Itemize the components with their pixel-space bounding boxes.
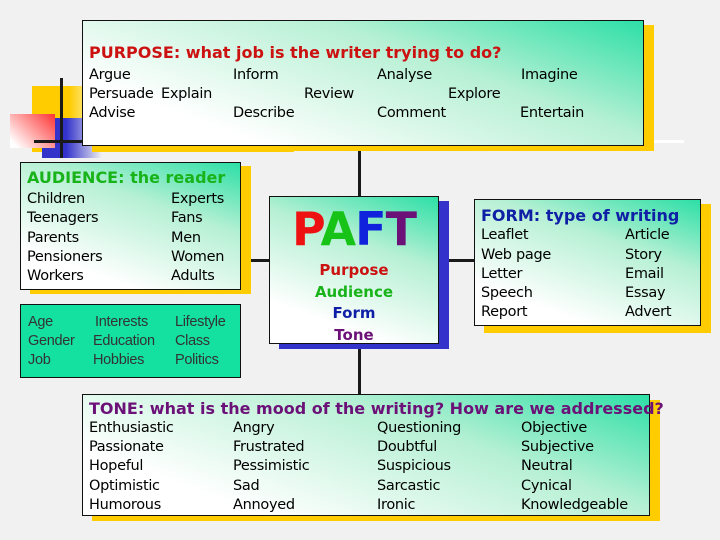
audience-word: Workers (27, 268, 84, 284)
paft-word-tone: Tone (334, 326, 374, 344)
audience-word: Parents (27, 230, 79, 246)
form-word: Article (625, 227, 670, 243)
audience-word: Women (171, 249, 225, 265)
form-box: FORM: type of writing Leaflet Web page L… (474, 199, 701, 326)
factor-word: Hobbies (93, 352, 145, 368)
purpose-word: Imagine (521, 67, 578, 83)
paft-acronym: PAFT (270, 201, 438, 257)
connector-bottom (358, 345, 361, 395)
audience-word: Pensioners (27, 249, 103, 265)
purpose-word: Comment (377, 105, 446, 121)
audience-title: AUDIENCE: the reader (27, 168, 226, 187)
form-word: Story (625, 247, 662, 263)
tone-word: Optimistic (89, 478, 160, 494)
paft-letter-a: A (320, 202, 357, 256)
form-word: Report (481, 304, 528, 320)
factor-word: Interests (95, 314, 148, 330)
purpose-word: Describe (233, 105, 295, 121)
tone-word: Knowledgeable (521, 497, 628, 513)
tone-word: Annoyed (233, 497, 295, 513)
tone-word: Passionate (89, 439, 164, 455)
purpose-underline-decor (654, 140, 684, 143)
audience-word: Adults (171, 268, 215, 284)
tone-word: Angry (233, 420, 275, 436)
connector-top (358, 150, 361, 200)
paft-word-purpose: Purpose (319, 261, 389, 279)
form-word: Web page (481, 247, 552, 263)
audience-factors-box: Age Gender Job Interests Education Hobbi… (20, 304, 241, 378)
paft-box: PAFT Purpose Audience Form Tone (269, 196, 439, 344)
factor-word: Class (175, 333, 210, 349)
tone-word: Enthusiastic (89, 420, 174, 436)
form-word: Leaflet (481, 227, 529, 243)
paft-letter-t: T (385, 202, 417, 256)
factor-word: Age (28, 314, 53, 330)
audience-word: Teenagers (27, 210, 99, 226)
tone-word: Hopeful (89, 458, 144, 474)
form-word: Email (625, 266, 664, 282)
tone-word: Neutral (521, 458, 573, 474)
tone-word: Doubtful (377, 439, 438, 455)
purpose-word: Advise (89, 105, 136, 121)
purpose-word: Inform (233, 67, 279, 83)
form-word: Essay (625, 285, 666, 301)
factor-word: Education (93, 333, 155, 349)
tone-box: TONE: what is the mood of the writing? H… (82, 394, 664, 516)
factor-word: Lifestyle (175, 314, 226, 330)
form-word: Letter (481, 266, 523, 282)
tone-word: Subjective (521, 439, 594, 455)
factor-word: Job (28, 352, 51, 368)
paft-letter-f: F (355, 202, 386, 256)
tone-word: Objective (521, 420, 588, 436)
form-word: Speech (481, 285, 533, 301)
purpose-title: PURPOSE: what job is the writer trying t… (89, 43, 502, 62)
tone-word: Cynical (521, 478, 572, 494)
decor-horizontal-line (34, 140, 84, 143)
paft-word-audience: Audience (314, 283, 394, 301)
purpose-word: Analyse (377, 67, 432, 83)
tone-word: Frustrated (233, 439, 305, 455)
tone-word: Sad (233, 478, 260, 494)
tone-word: Sarcastic (377, 478, 441, 494)
purpose-word: Persuade (89, 86, 154, 102)
form-title: FORM: type of writing (481, 206, 680, 225)
factor-word: Gender (28, 333, 75, 349)
audience-word: Experts (171, 191, 224, 207)
tone-title: TONE: what is the mood of the writing? H… (89, 399, 664, 418)
decor-vertical-line (60, 78, 63, 158)
purpose-box: PURPOSE: what job is the writer trying t… (82, 20, 644, 146)
purpose-word: Argue (89, 67, 131, 83)
audience-word: Fans (171, 210, 203, 226)
purpose-word: Explain (161, 86, 212, 102)
purpose-word: Explore (448, 86, 501, 102)
audience-box: AUDIENCE: the reader Children Teenagers … (20, 162, 241, 290)
tone-word: Suspicious (377, 458, 451, 474)
paft-letter-p: P (292, 202, 321, 256)
tone-word: Questioning (377, 420, 461, 436)
form-word: Advert (625, 304, 672, 320)
audience-word: Children (27, 191, 85, 207)
paft-word-form: Form (332, 304, 376, 322)
audience-word: Men (171, 230, 201, 246)
factor-word: Politics (175, 352, 219, 368)
tone-word: Ironic (377, 497, 416, 513)
tone-word: Humorous (89, 497, 161, 513)
purpose-word: Entertain (520, 105, 585, 121)
purpose-word: Review (304, 86, 354, 102)
tone-word: Pessimistic (233, 458, 310, 474)
